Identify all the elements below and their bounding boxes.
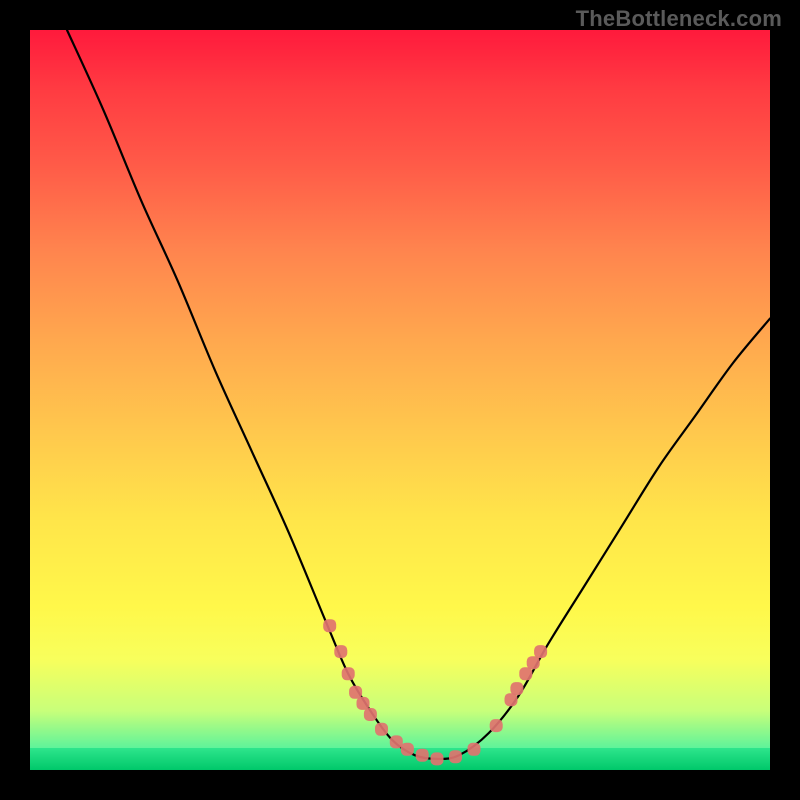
curve-marker — [534, 645, 547, 658]
curve-marker — [490, 719, 503, 732]
curve-marker — [431, 752, 444, 765]
curve-marker — [357, 697, 370, 710]
curve-markers — [323, 619, 547, 765]
curve-marker — [519, 667, 532, 680]
curve-marker — [323, 619, 336, 632]
curve-marker — [375, 723, 388, 736]
curve-marker — [527, 656, 540, 669]
curve-marker — [364, 708, 377, 721]
watermark-label: TheBottleneck.com — [576, 6, 782, 32]
curve-marker — [505, 693, 518, 706]
curve-marker — [334, 645, 347, 658]
curve-marker — [416, 749, 429, 762]
curve-marker — [390, 735, 403, 748]
curve-marker — [401, 743, 414, 756]
curve-marker — [449, 750, 462, 763]
curve-marker — [349, 686, 362, 699]
chart-overlay — [30, 30, 770, 770]
chart-area — [30, 30, 770, 770]
curve-marker — [468, 743, 481, 756]
curve-marker — [342, 667, 355, 680]
curve-marker — [510, 682, 523, 695]
bottleneck-curve — [67, 30, 770, 759]
